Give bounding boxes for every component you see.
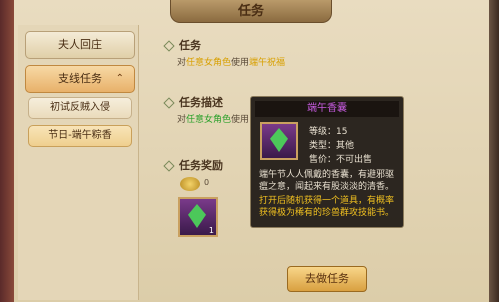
reward-item-count: 1 [208, 226, 214, 235]
window-edge-left [0, 0, 14, 302]
tooltip-item-slot [260, 122, 298, 160]
title-bar: 任务 [170, 0, 332, 23]
reward-item-slot[interactable]: 1 [178, 197, 218, 237]
reward-coin-value: 0 [204, 178, 210, 187]
chevron-up-icon: ⌃ [115, 73, 124, 84]
item-type: 类型：其他 [309, 141, 355, 151]
sachet-icon [188, 204, 206, 228]
item-price: 售价：不可出售 [309, 155, 373, 165]
reward-section-title: 任务奖励 [163, 157, 223, 173]
item-description: 端午节人人佩戴的香囊，有避邪驱瘟之意，闻起来有股淡淡的清香。 [259, 170, 395, 192]
diamond-bullet-icon [163, 97, 175, 109]
item-level: 等级：15 [309, 127, 348, 137]
window-edge-right [489, 0, 499, 302]
coin-icon [180, 177, 200, 191]
window-title: 任务 [237, 4, 264, 19]
quest-sidebar: 夫人回庄 支线任务 ⌃ 初试反贼入侵 节日-端午粽香 [18, 25, 139, 300]
diamond-bullet-icon [163, 40, 175, 52]
task-section-title: 任务 [163, 37, 201, 53]
main-quest-button[interactable]: 夫人回庄 [25, 31, 135, 59]
description-section-title: 任务描述 [163, 94, 223, 110]
item-name: 端午香囊 [255, 101, 399, 117]
item-tooltip: 端午香囊 等级：15 类型：其他 售价：不可出售 端午节人人佩戴的香囊，有避邪驱… [250, 96, 404, 228]
sachet-icon [270, 128, 288, 152]
description-text: 对任意女角色使用 [177, 115, 250, 125]
branch-quest-label: 支线任务 [58, 72, 102, 85]
sub-quest-item-selected[interactable]: 节日-端午粽香 [28, 125, 132, 147]
branch-quest-button[interactable]: 支线任务 ⌃ [25, 65, 135, 93]
diamond-bullet-icon [163, 160, 175, 172]
task-text: 对任意女角色使用端午祝福 [177, 58, 286, 68]
sub-quest-item[interactable]: 初试反贼入侵 [28, 97, 132, 119]
go-do-quest-button[interactable]: 去做任务 [287, 266, 367, 292]
item-effect: 打开后随机获得一个道具，有概率获得极为稀有的珍兽群攻技能书。 [259, 196, 395, 218]
